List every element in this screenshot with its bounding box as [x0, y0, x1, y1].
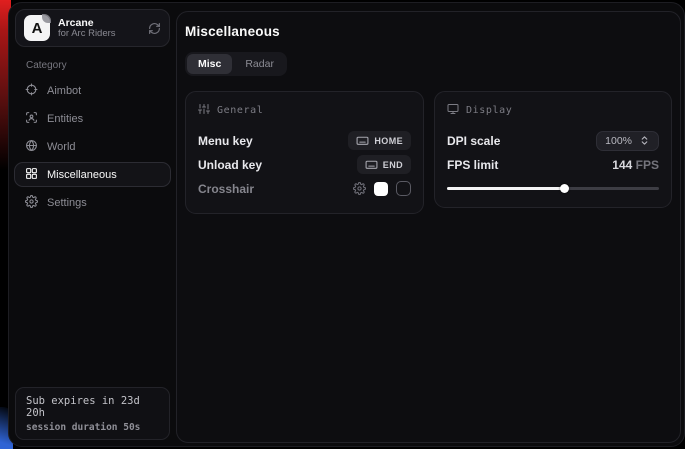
tab-bar: Misc Radar	[185, 52, 287, 76]
chevrons-up-down-icon	[639, 135, 650, 146]
dpi-scale-label: DPI scale	[447, 134, 500, 148]
general-card: General Menu key HOME Unload key	[185, 91, 424, 214]
unload-key-button[interactable]: END	[357, 155, 411, 174]
refresh-icon[interactable]	[148, 22, 161, 35]
fps-slider-thumb[interactable]	[560, 184, 569, 193]
sidebar-item-label: World	[47, 141, 76, 153]
menu-key-row: Menu key HOME	[198, 129, 411, 152]
menu-key-label: Menu key	[198, 134, 253, 148]
general-card-header: General	[198, 103, 411, 118]
crosshair-icon	[25, 83, 38, 99]
sliders-icon	[198, 103, 210, 118]
main-panel: Miscellaneous Misc Radar General	[176, 11, 681, 443]
crosshair-checkbox[interactable]	[396, 181, 411, 196]
sidebar-item-label: Miscellaneous	[47, 169, 117, 181]
crosshair-row: Crosshair	[198, 177, 411, 200]
dpi-scale-row: DPI scale 100%	[447, 129, 659, 152]
monitor-icon	[447, 103, 459, 118]
crosshair-settings-gear-icon[interactable]	[353, 182, 366, 195]
dpi-scale-value: 100%	[605, 135, 632, 147]
fps-slider[interactable]	[447, 182, 659, 194]
session-duration-text: session duration 50s	[26, 422, 159, 433]
tab-radar[interactable]: Radar	[234, 54, 285, 74]
account-text: Arcane for Arc Riders	[58, 17, 140, 40]
sidebar-item-label: Aimbot	[47, 85, 81, 97]
sidebar-nav: Aimbot Entities World	[9, 78, 176, 215]
app-name: Arcane	[58, 17, 140, 29]
general-card-title: General	[217, 105, 263, 116]
sidebar-item-settings[interactable]: Settings	[14, 190, 171, 215]
fps-limit-value: 144 FPS	[612, 158, 659, 172]
grid-icon	[25, 167, 38, 183]
unload-key-row: Unload key END	[198, 153, 411, 176]
category-label: Category	[26, 60, 176, 71]
sidebar-item-world[interactable]: World	[14, 134, 171, 159]
sidebar-item-label: Entities	[47, 113, 83, 125]
display-card: Display DPI scale 100% FPS limit 144	[434, 91, 672, 208]
crosshair-controls	[353, 181, 411, 196]
sidebar-item-entities[interactable]: Entities	[14, 106, 171, 131]
menu-key-value: HOME	[374, 136, 403, 146]
crosshair-color-swatch[interactable]	[374, 182, 388, 196]
fps-limit-row: FPS limit 144 FPS	[447, 153, 659, 176]
fps-slider-fill	[447, 187, 564, 190]
tab-misc[interactable]: Misc	[187, 54, 232, 74]
app-logo: A	[24, 15, 50, 41]
dpi-scale-select[interactable]: 100%	[596, 131, 659, 151]
crosshair-label: Crosshair	[198, 182, 254, 196]
app-window: A Arcane for Arc Riders Category	[8, 2, 685, 447]
keyboard-icon	[356, 134, 369, 147]
app-logo-letter: A	[32, 20, 43, 37]
fps-unit: FPS	[636, 158, 659, 172]
fps-number: 144	[612, 158, 632, 172]
sidebar-item-label: Settings	[47, 197, 87, 209]
unload-key-label: Unload key	[198, 158, 262, 172]
gear-icon	[25, 195, 38, 211]
cards-row: General Menu key HOME Unload key	[185, 91, 672, 214]
menu-key-button[interactable]: HOME	[348, 131, 411, 150]
keyboard-icon	[365, 158, 378, 171]
fps-limit-label: FPS limit	[447, 158, 498, 172]
sidebar-item-aimbot[interactable]: Aimbot	[14, 78, 171, 103]
sidebar-item-miscellaneous[interactable]: Miscellaneous	[14, 162, 171, 187]
display-card-title: Display	[466, 105, 512, 116]
sidebar: A Arcane for Arc Riders Category	[9, 3, 176, 446]
display-card-header: Display	[447, 103, 659, 118]
account-card[interactable]: A Arcane for Arc Riders	[15, 9, 170, 47]
subscription-info-box: Sub expires in 23d 20h session duration …	[15, 387, 170, 440]
app-subtitle: for Arc Riders	[58, 29, 140, 40]
page-title: Miscellaneous	[185, 24, 672, 39]
globe-icon	[25, 139, 38, 155]
unload-key-value: END	[383, 160, 403, 170]
scan-icon	[25, 111, 38, 127]
sub-expiry-text: Sub expires in 23d 20h	[26, 395, 159, 419]
